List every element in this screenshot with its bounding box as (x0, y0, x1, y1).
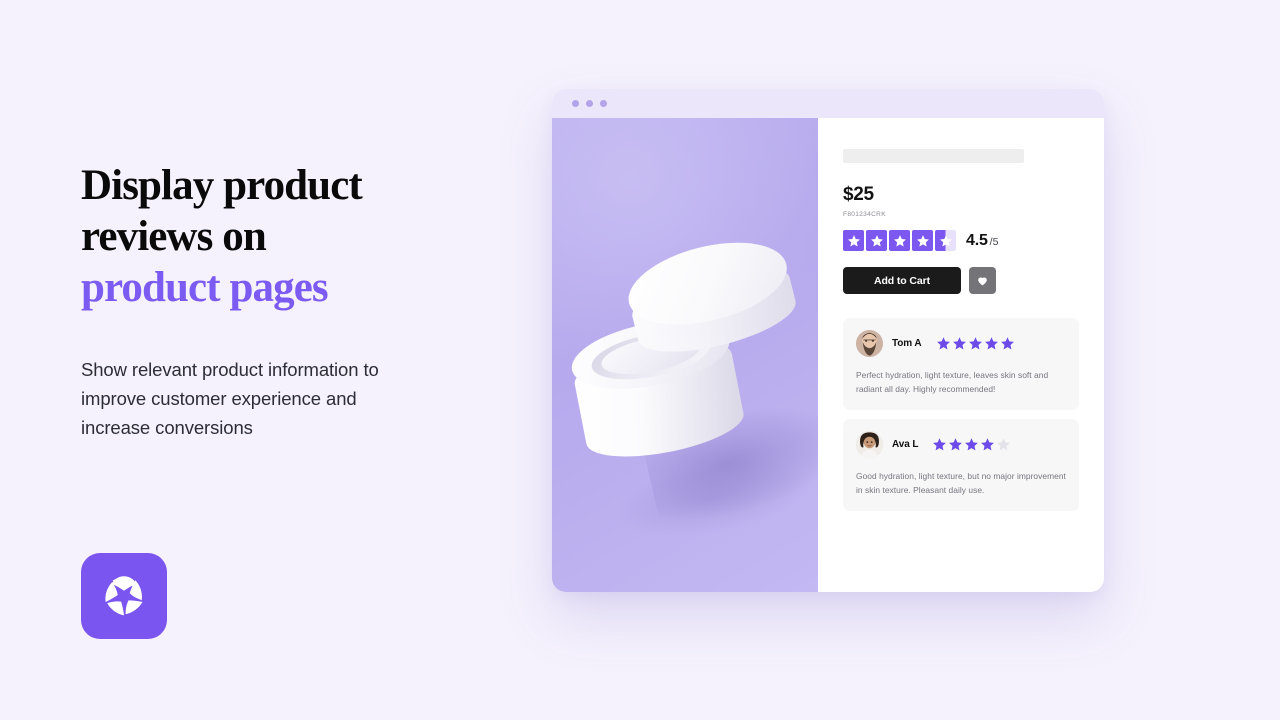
star-icon (952, 337, 966, 350)
star-icon (968, 337, 982, 350)
star-icon (936, 337, 950, 350)
rating-max: /5 (989, 235, 999, 248)
star-icon (870, 234, 883, 246)
headline-line-2: reviews on (81, 213, 267, 260)
headline-line-3-accent: product pages (81, 264, 329, 311)
rating-star-tile-3 (889, 230, 910, 251)
avatar-bearded-man-icon (856, 330, 883, 357)
rating-star-tile-2 (866, 230, 887, 251)
product-actions: Add to Cart (843, 267, 1079, 294)
star-icon (916, 234, 929, 246)
avatar-curly-hair-woman-icon (856, 431, 883, 458)
pinwheel-star-logo-icon (105, 576, 143, 616)
rating-star-tile-1 (843, 230, 864, 251)
rating-value: 4.5 (966, 231, 988, 249)
review-card: Tom A Perfect hydration, light texture, … (843, 318, 1079, 410)
browser-mockup: $25 F801234CRK 4.5 /5 Add to Cart Tom A … (552, 89, 1104, 592)
rating-value-group: 4.5/5 (966, 232, 998, 250)
avatar (856, 330, 883, 357)
headline-line-1: Display product (81, 162, 363, 209)
star-icon (981, 438, 995, 451)
rating-star-tile-5-half (935, 230, 956, 251)
reviews-list: Tom A Perfect hydration, light texture, … (843, 318, 1079, 511)
star-icon (1000, 337, 1014, 350)
star-icon (949, 438, 963, 451)
product-details-panel: $25 F801234CRK 4.5 /5 Add to Cart Tom A … (818, 118, 1104, 592)
product-image (552, 118, 818, 592)
product-rating: 4.5/5 (843, 230, 1079, 251)
product-price: $25 (843, 184, 874, 205)
browser-content: $25 F801234CRK 4.5 /5 Add to Cart Tom A … (552, 118, 1104, 592)
reviewer-name: Tom A (892, 338, 922, 349)
avatar (856, 431, 883, 458)
browser-titlebar (552, 89, 1104, 118)
star-icon (933, 438, 947, 451)
hero-subcopy: Show relevant product information to imp… (81, 355, 426, 442)
brand-logo (81, 553, 167, 639)
review-header: Tom A (856, 330, 1066, 357)
subcopy-line-1: Show relevant product information (81, 359, 359, 380)
review-stars (932, 437, 1011, 452)
star-icon (984, 337, 998, 350)
rating-star-tile-4 (912, 230, 933, 251)
review-card: Ava L Good hydration, light texture, but… (843, 419, 1079, 511)
star-half-icon (939, 234, 952, 246)
window-dot-maximize-icon[interactable] (600, 100, 607, 107)
star-icon (893, 234, 906, 246)
heart-icon (978, 277, 987, 286)
review-text: Perfect hydration, light texture, leaves… (856, 370, 1049, 394)
product-sku: F801234CRK (843, 211, 886, 218)
add-to-cart-button[interactable]: Add to Cart (843, 267, 961, 294)
star-empty-icon (997, 438, 1011, 451)
hero-section: Display product reviews on product pages… (81, 160, 501, 639)
review-text: Good hydration, light texture, but no ma… (856, 471, 1066, 495)
page-title: Display product reviews on product pages (81, 160, 501, 313)
product-title-placeholder (843, 149, 1024, 163)
star-icon (847, 234, 860, 246)
wishlist-button[interactable] (969, 267, 996, 294)
window-dot-minimize-icon[interactable] (586, 100, 593, 107)
star-icon (965, 438, 979, 451)
review-stars (936, 336, 1015, 351)
reviewer-name: Ava L (892, 439, 919, 450)
window-dot-close-icon[interactable] (572, 100, 579, 107)
review-header: Ava L (856, 431, 1066, 458)
rating-star-tiles (843, 230, 956, 251)
